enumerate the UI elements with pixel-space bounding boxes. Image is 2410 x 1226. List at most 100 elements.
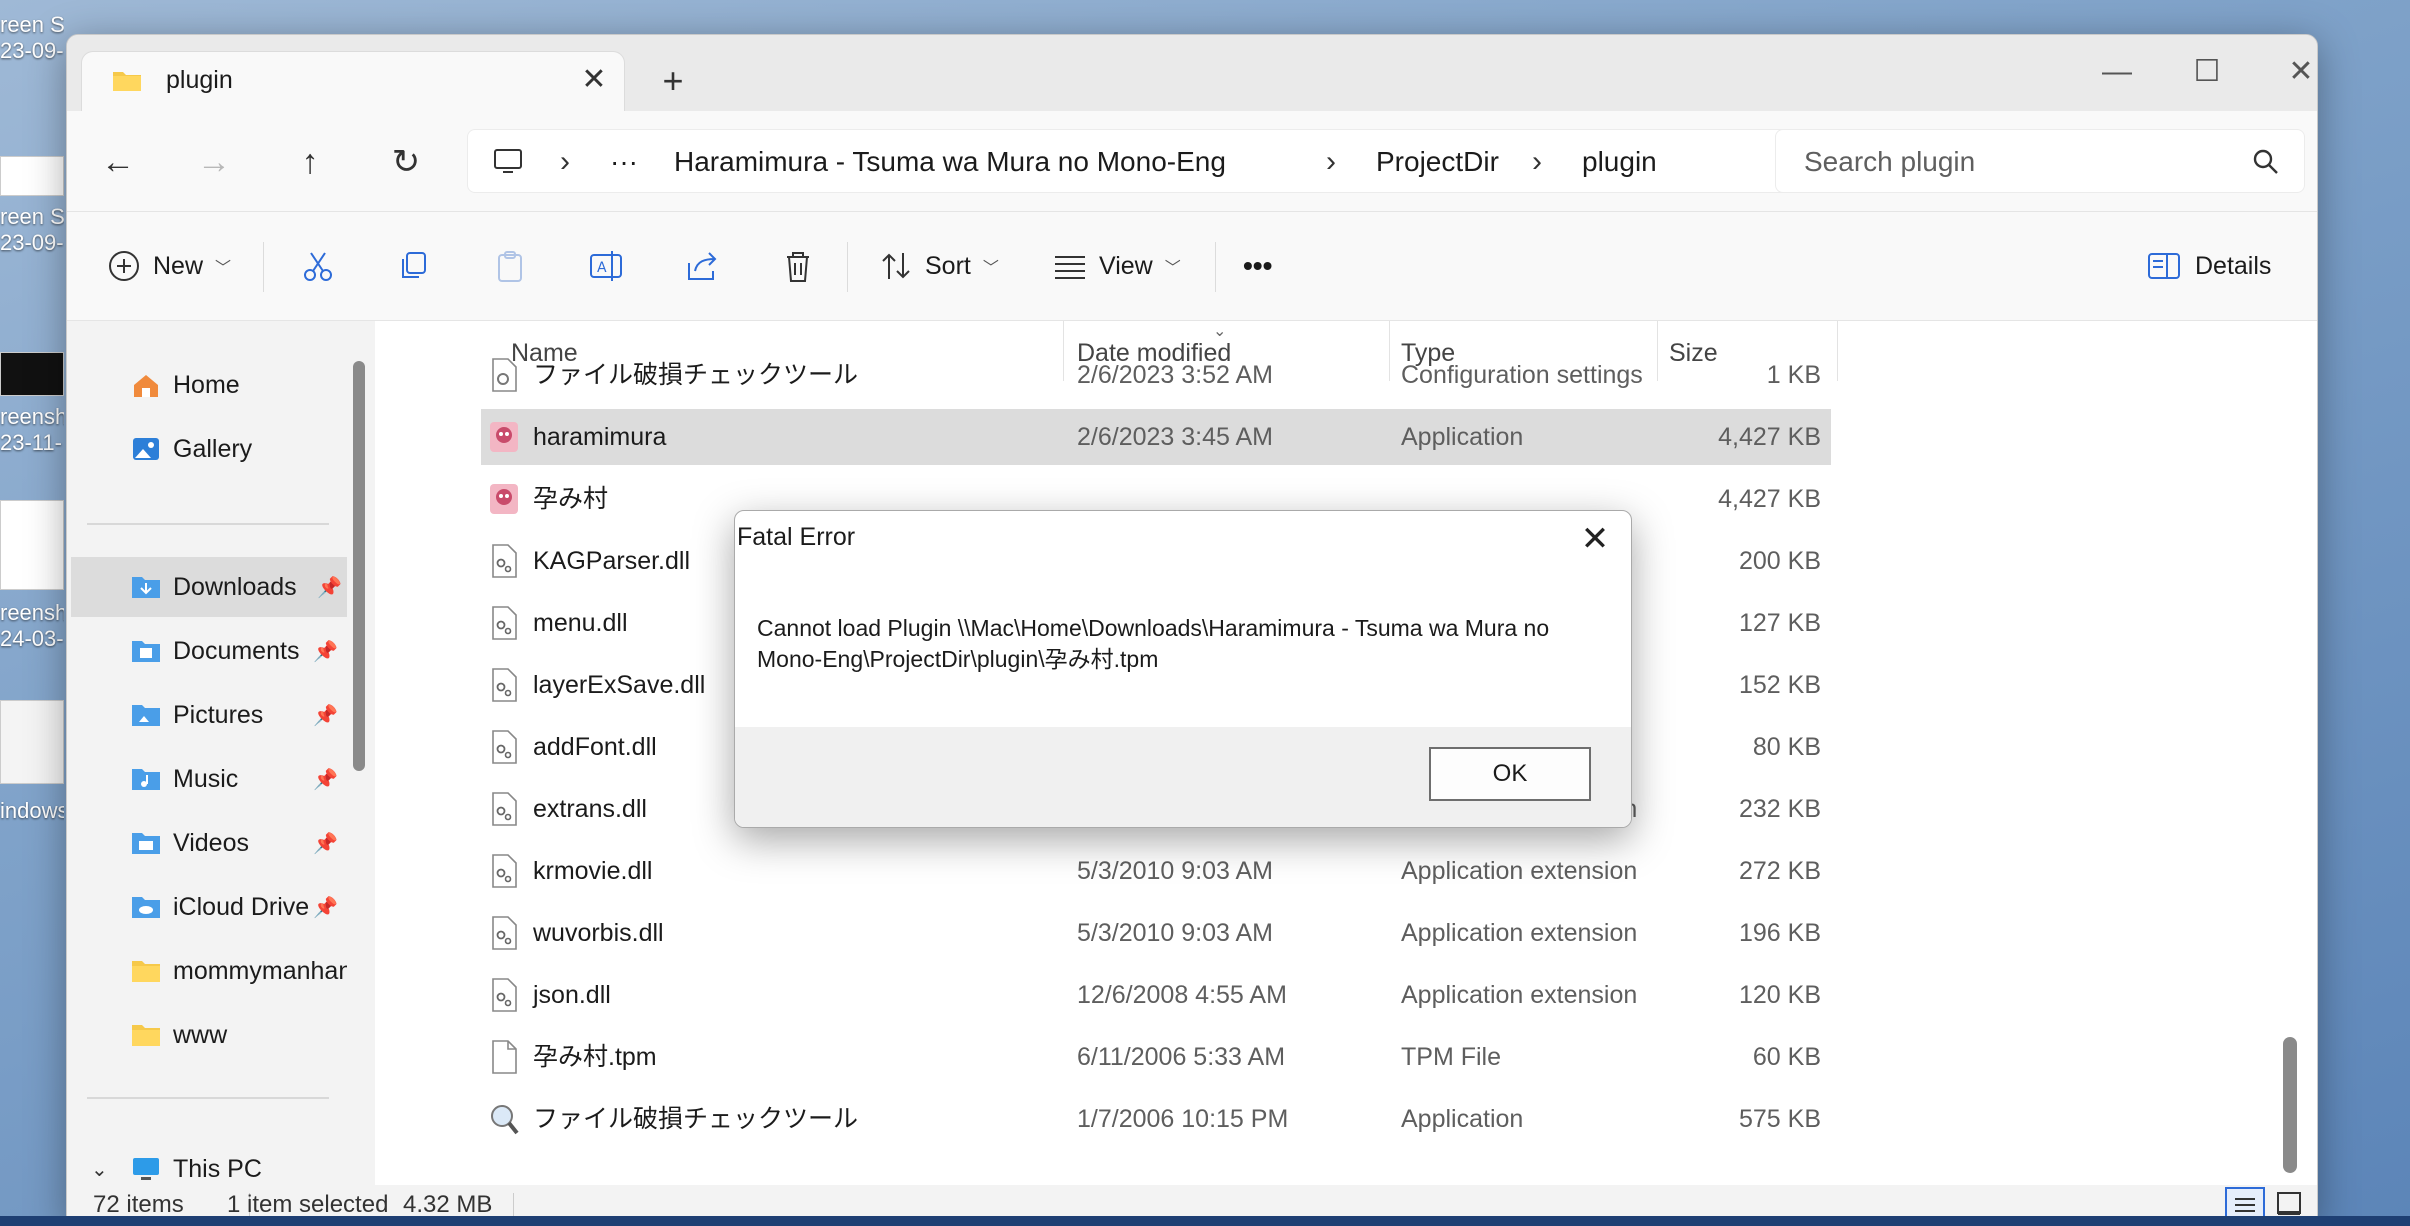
desktop-thumbnail — [0, 700, 64, 784]
desktop-icon-screenshot-1[interactable]: reen Shot 23-09- — [0, 12, 64, 64]
downloads-folder-icon — [132, 577, 160, 598]
file-row[interactable]: haramimura 2/6/2023 3:45 AM Application 4,4… — [481, 409, 1831, 465]
breadcrumb-overflow[interactable]: ··· — [610, 130, 638, 194]
view-button[interactable]: View ﹀ — [1051, 238, 1181, 294]
forward-button[interactable]: → — [187, 135, 241, 189]
paste-button[interactable] — [491, 238, 529, 294]
sidebar-item-pictures[interactable]: Pictures 📌 — [67, 685, 347, 745]
search-input[interactable]: Search plugin — [1775, 129, 2305, 193]
cut-button[interactable] — [299, 238, 337, 294]
pin-icon[interactable]: 📌 — [313, 639, 338, 663]
copy-icon — [402, 252, 426, 278]
details-button[interactable]: Details — [2145, 238, 2271, 294]
toolbar-divider — [847, 242, 848, 292]
sidebar-scrollbar[interactable] — [353, 361, 365, 771]
refresh-button[interactable]: ↻ — [379, 135, 433, 189]
desktop-icon-screenshot-3[interactable]: reensh 23-11- — [0, 404, 64, 456]
music-folder-icon — [132, 769, 160, 790]
file-name: addFont.dll — [533, 733, 657, 761]
sidebar-item-home[interactable]: Home — [67, 355, 347, 415]
desktop-icon-windows[interactable]: indows — [0, 798, 64, 824]
file-type: Application — [1401, 423, 1524, 451]
sidebar-item-label: Pictures — [173, 700, 264, 729]
sidebar-item-videos[interactable]: Videos 📌 — [67, 813, 347, 873]
ok-button[interactable]: OK — [1429, 747, 1591, 801]
tab-plugin[interactable]: plugin ✕ — [81, 51, 625, 113]
pin-icon[interactable]: 📌 — [313, 703, 338, 727]
tab-close-icon[interactable]: ✕ — [576, 62, 612, 98]
file-row[interactable]: wuvorbis.dll 5/3/2010 9:03 AM Application … — [481, 905, 1831, 961]
sidebar-item-icloud-drive[interactable]: iCloud Drive 📌 — [67, 877, 347, 937]
file-list-scrollbar[interactable] — [2283, 1037, 2297, 1173]
file-row[interactable]: krmovie.dll 5/3/2010 9:03 AM Application e… — [481, 843, 1831, 899]
new-button[interactable]: New ﹀ — [105, 238, 231, 294]
breadcrumb-item-plugin[interactable]: plugin — [1582, 130, 1657, 194]
rename-button[interactable]: A — [587, 238, 625, 294]
new-tab-button[interactable]: + — [653, 61, 693, 101]
breadcrumb-item-haramimura[interactable]: Haramimura - Tsuma wa Mura no Mono-Eng — [674, 130, 1226, 194]
delete-button[interactable] — [779, 238, 817, 294]
desktop-icon-screenshot-2[interactable]: reen S 23-09- — [0, 204, 64, 256]
sidebar-item-label: iCloud Drive — [173, 892, 310, 921]
file-row[interactable]: ファイル破損チェックツール 2/6/2023 3:52 AM Configurati… — [481, 347, 1831, 403]
desktop-icon-screenshot-4[interactable]: reensh 24-03- — [0, 600, 64, 652]
file-row[interactable]: json.dll 12/6/2008 4:55 AM Application ext… — [481, 967, 1831, 1023]
pin-icon[interactable]: 📌 — [313, 895, 338, 919]
folder-icon — [132, 1025, 160, 1046]
dialog-close-button[interactable]: ✕ — [1573, 517, 1617, 561]
back-button[interactable]: ← — [91, 135, 145, 189]
file-type: Application extension — [1401, 857, 1638, 885]
more-options-button[interactable]: ••• — [1243, 238, 1272, 294]
up-button[interactable]: ↑ — [283, 135, 337, 189]
breadcrumb-item-projectdir[interactable]: ProjectDir — [1376, 130, 1499, 194]
chevron-right-icon[interactable]: › — [1326, 130, 1336, 194]
minimize-button[interactable]: — — [2087, 47, 2147, 97]
desktop-icon-sublabel: 23-09- — [0, 38, 64, 63]
desktop-icon-label: reen S — [0, 204, 64, 229]
sidebar-item-downloads[interactable]: Downloads 📌 — [71, 557, 347, 617]
dll-file-icon — [492, 854, 517, 888]
file-name: ファイル破損チェックツール — [533, 361, 859, 389]
file-name: layerExSave.dll — [533, 671, 706, 699]
svg-text:A: A — [597, 260, 607, 276]
file-name: 孕み村 — [533, 485, 609, 513]
desktop-icon-sublabel: 23-09- — [0, 230, 64, 255]
sidebar-item-mommymanhan[interactable]: mommymanhan — [67, 941, 347, 1001]
address-bar[interactable]: › ··· Haramimura - Tsuma wa Mura no Mono… — [467, 129, 1829, 193]
share-button[interactable] — [683, 238, 721, 294]
view-list-icon — [1055, 256, 1085, 279]
dll-file-icon — [492, 544, 517, 578]
file-row[interactable]: 孕み村.tpm 6/11/2006 5:33 AM TPM File 60 KB — [481, 1029, 1831, 1085]
file-date: 12/6/2008 4:55 AM — [1077, 981, 1287, 1009]
chevron-right-icon[interactable]: › — [560, 130, 570, 194]
sidebar-item-music[interactable]: Music 📌 — [67, 749, 347, 809]
chevron-down-icon: ﹀ — [982, 260, 999, 277]
file-date: 2/6/2023 3:45 AM — [1077, 423, 1273, 451]
chevron-down-icon[interactable]: ⌄ — [91, 1157, 121, 1182]
pin-icon[interactable]: 📌 — [317, 575, 342, 599]
pin-icon[interactable]: 📌 — [313, 767, 338, 791]
pin-icon[interactable]: 📌 — [313, 831, 338, 855]
fatal-error-dialog: Fatal Error ✕ Cannot load Plugin \\Mac\H… — [734, 510, 1632, 828]
sort-button[interactable]: Sort ﹀ — [877, 238, 999, 294]
selection-count: 1 item selected — [227, 1191, 389, 1218]
dll-file-icon — [492, 916, 517, 950]
file-row[interactable]: ファイル破損チェックツール 1/7/2006 10:15 PM Applicatio… — [481, 1091, 1831, 1147]
file-date: 6/11/2006 5:33 AM — [1077, 1043, 1286, 1071]
desktop-thumbnail — [0, 156, 64, 196]
file-size: 232 KB — [1738, 795, 1821, 823]
close-window-button[interactable]: ✕ — [2271, 47, 2317, 97]
desktop-thumbnail — [0, 352, 64, 396]
sidebar-item-gallery[interactable]: Gallery — [67, 419, 347, 479]
chevron-right-icon[interactable]: › — [1532, 130, 1542, 194]
sidebar-item-documents[interactable]: Documents 📌 — [67, 621, 347, 681]
dll-file-icon — [492, 668, 517, 702]
dialog-message-line: Cannot load Plugin \\Mac\Home\Downloads\… — [757, 615, 1550, 641]
column-divider[interactable] — [1837, 321, 1838, 381]
maximize-button[interactable]: ☐ — [2177, 47, 2237, 97]
copy-button[interactable] — [395, 238, 433, 294]
dll-file-icon — [492, 978, 517, 1012]
file-type: Application — [1401, 1105, 1524, 1133]
taskbar-edge — [0, 1216, 2410, 1226]
sidebar-item-www[interactable]: www — [67, 1005, 347, 1065]
